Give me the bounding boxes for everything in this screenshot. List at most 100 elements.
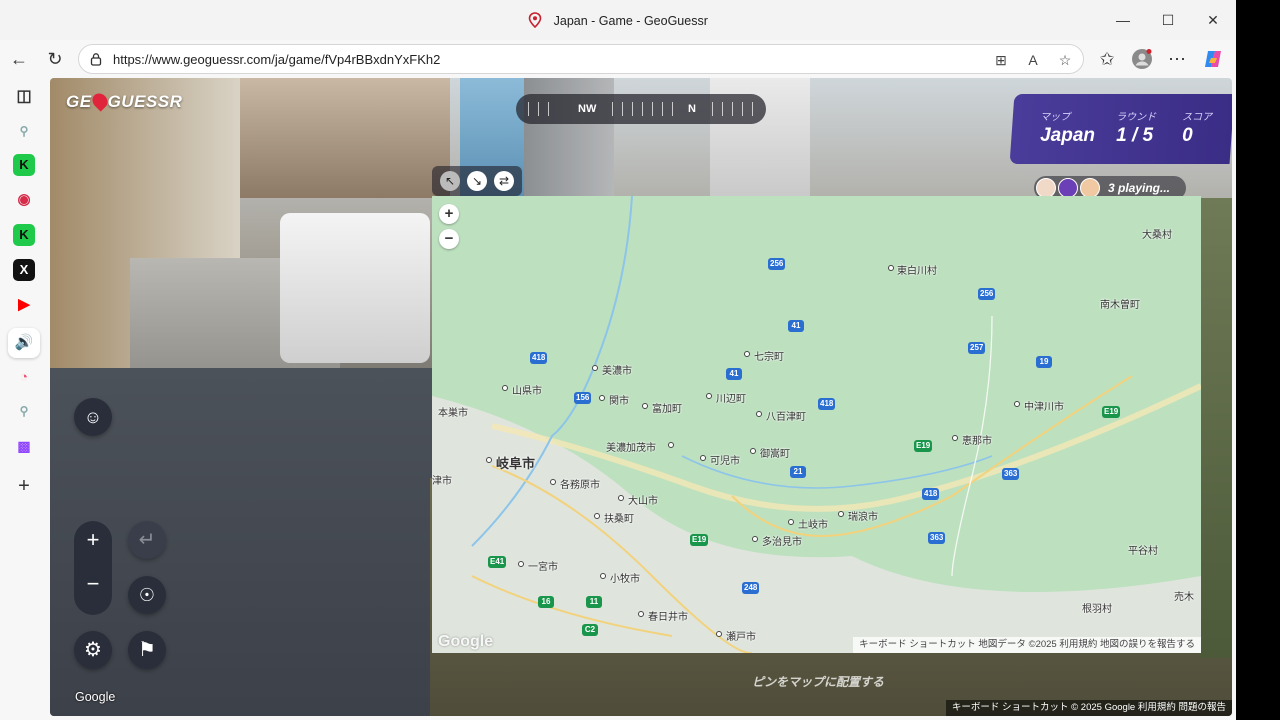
emote-button[interactable]: ☺ — [74, 398, 112, 436]
set-checkpoint-button[interactable]: ☉ — [128, 576, 166, 614]
kick-icon-2[interactable]: K — [13, 224, 35, 246]
kick-icon[interactable]: K — [13, 154, 35, 176]
city-dot — [838, 511, 844, 517]
close-button[interactable]: ✕ — [1200, 8, 1226, 32]
minimize-button[interactable]: — — [1110, 8, 1136, 32]
city-label: 根羽村 — [1082, 604, 1112, 615]
city-label-major: 岐阜市 — [496, 456, 536, 471]
score-label: スコア — [1182, 112, 1213, 123]
youtube-icon[interactable]: ▶ — [13, 294, 35, 316]
city-label: 美濃加茂市 — [606, 443, 656, 454]
route-shield: E19 — [1102, 406, 1121, 418]
city-dot — [752, 536, 758, 542]
site-info-icon[interactable] — [89, 52, 103, 66]
speaker-icon[interactable]: 🔊 — [8, 328, 40, 358]
enlarge-map-icon[interactable]: ↘ — [467, 171, 487, 191]
navigation-bar: ← ↻ https://www.geoguessr.com/ja/game/fV… — [0, 40, 1236, 78]
pin-map-icon[interactable]: ⇄ — [494, 171, 514, 191]
guess-map[interactable]: + − 大桑村 東白川村 南木曽町 七宗町 美濃市 山県市 本巣市 関市 富加町… — [432, 196, 1201, 653]
city-label: 春日井市 — [648, 612, 688, 623]
url-text[interactable]: https://www.geoguessr.com/ja/game/fVp4rB… — [113, 52, 440, 67]
city-label: 小牧市 — [610, 574, 640, 585]
city-label: 東白川村 — [897, 266, 937, 277]
city-label: 中津川市 — [1024, 402, 1064, 413]
read-aloud-icon[interactable]: A — [1023, 50, 1043, 70]
city-dot — [700, 455, 706, 461]
route-shield: 418 — [922, 488, 940, 500]
route-shield: E41 — [488, 556, 507, 568]
map-google-logo: Google — [438, 633, 494, 650]
route-shield: 257 — [968, 342, 986, 354]
app-red-icon[interactable]: ◉ — [13, 189, 35, 211]
settings-icon[interactable]: ⚙ — [74, 631, 112, 669]
route-shield: 256 — [978, 288, 996, 300]
refresh-icon[interactable]: ↻ — [44, 48, 66, 70]
game-viewport[interactable]: GE GUESSR NW N マップ Japan ラウンド 1 / 5 スコア 0 — [50, 78, 1232, 716]
city-dot — [638, 611, 644, 617]
city-dot — [706, 393, 712, 399]
search-icon-2[interactable]: ⚲ — [13, 400, 35, 422]
city-label: 山県市 — [512, 386, 542, 397]
profile-avatar[interactable] — [1131, 48, 1153, 70]
route-shield: 156 — [574, 392, 592, 404]
route-shield: 21 — [790, 466, 806, 478]
twitch-icon[interactable]: ▩ — [13, 435, 35, 457]
search-icon[interactable]: ⚲ — [13, 120, 35, 142]
copilot-icon[interactable] — [1202, 48, 1224, 70]
address-bar[interactable]: https://www.geoguessr.com/ja/game/fVp4rB… — [78, 44, 1084, 74]
route-shield: 19 — [1036, 356, 1052, 368]
city-dot — [716, 631, 722, 637]
app-available-icon[interactable]: ⊞ — [991, 50, 1011, 70]
city-dot — [502, 385, 508, 391]
streetview-attribution[interactable]: キーボード ショートカット © 2025 Google 利用規約 問題の報告 — [945, 700, 1232, 716]
route-shield: 418 — [530, 352, 548, 364]
geoguessr-logo[interactable]: GE GUESSR — [66, 90, 182, 112]
city-dot — [1014, 401, 1020, 407]
route-shield: 363 — [928, 532, 946, 544]
player-avatar — [1058, 178, 1078, 198]
back-icon[interactable]: ← — [8, 48, 30, 70]
route-shield: 256 — [768, 258, 786, 270]
browser-window: Japan - Game - GeoGuessr — ☐ ✕ ← ↻ https… — [0, 0, 1236, 720]
city-label: 南木曽町 — [1100, 300, 1140, 311]
game-status-panel: マップ Japan ラウンド 1 / 5 スコア 0 — [1009, 94, 1232, 164]
city-label: 扶桑町 — [604, 514, 634, 525]
tab-actions-icon[interactable]: ◫ — [13, 86, 35, 108]
favorites-icon[interactable]: ✩ — [1096, 48, 1118, 70]
zoom-out-button[interactable]: − — [74, 571, 112, 597]
white-car — [280, 213, 430, 363]
city-dot — [486, 457, 492, 463]
zoom-in-button[interactable]: + — [74, 527, 112, 553]
city-dot — [744, 351, 750, 357]
map-zoom-out[interactable]: − — [439, 229, 459, 249]
player-avatar — [1080, 178, 1100, 198]
gauge-icon[interactable]: ◔ — [13, 366, 35, 388]
city-label: 瑞浪市 — [848, 512, 878, 523]
map-attribution[interactable]: キーボード ショートカット 地図データ ©2025 利用規約 地図の誤りを報告す… — [853, 637, 1201, 653]
map-zoom-in[interactable]: + — [439, 204, 459, 224]
city-dot — [888, 265, 894, 271]
title-bar: Japan - Game - GeoGuessr — ☐ ✕ — [0, 0, 1236, 40]
map-size-toolbar: ↖ ↘ ⇄ — [432, 166, 522, 196]
shrink-map-icon[interactable]: ↖ — [440, 171, 460, 191]
return-to-start-flag-icon[interactable]: ⚑ — [128, 631, 166, 669]
undo-move-button[interactable]: ↵ — [128, 521, 166, 559]
city-dot — [518, 561, 524, 567]
favorite-star-icon[interactable]: ☆ — [1055, 50, 1075, 70]
city-dot — [599, 395, 605, 401]
city-dot — [642, 403, 648, 409]
city-label: 平谷村 — [1128, 546, 1158, 557]
city-label: 川辺町 — [716, 394, 746, 405]
add-sidebar-icon[interactable]: + — [13, 475, 35, 497]
browser-sidebar: ◫ ⚲ K ◉ K X ▶ 🔊 ◔ ⚲ ▩ + — [0, 78, 50, 720]
road — [50, 368, 470, 716]
place-pin-hint: ピンをマップに配置する — [752, 675, 885, 689]
city-label: 御嵩町 — [760, 449, 790, 460]
x-icon[interactable]: X — [13, 259, 35, 281]
route-shield: 418 — [818, 398, 836, 410]
city-dot — [592, 365, 598, 371]
more-menu-icon[interactable]: ⋯ — [1166, 48, 1188, 70]
maximize-button[interactable]: ☐ — [1155, 8, 1181, 32]
city-dot — [788, 519, 794, 525]
players-playing-text: 3 playing... — [1108, 181, 1171, 195]
